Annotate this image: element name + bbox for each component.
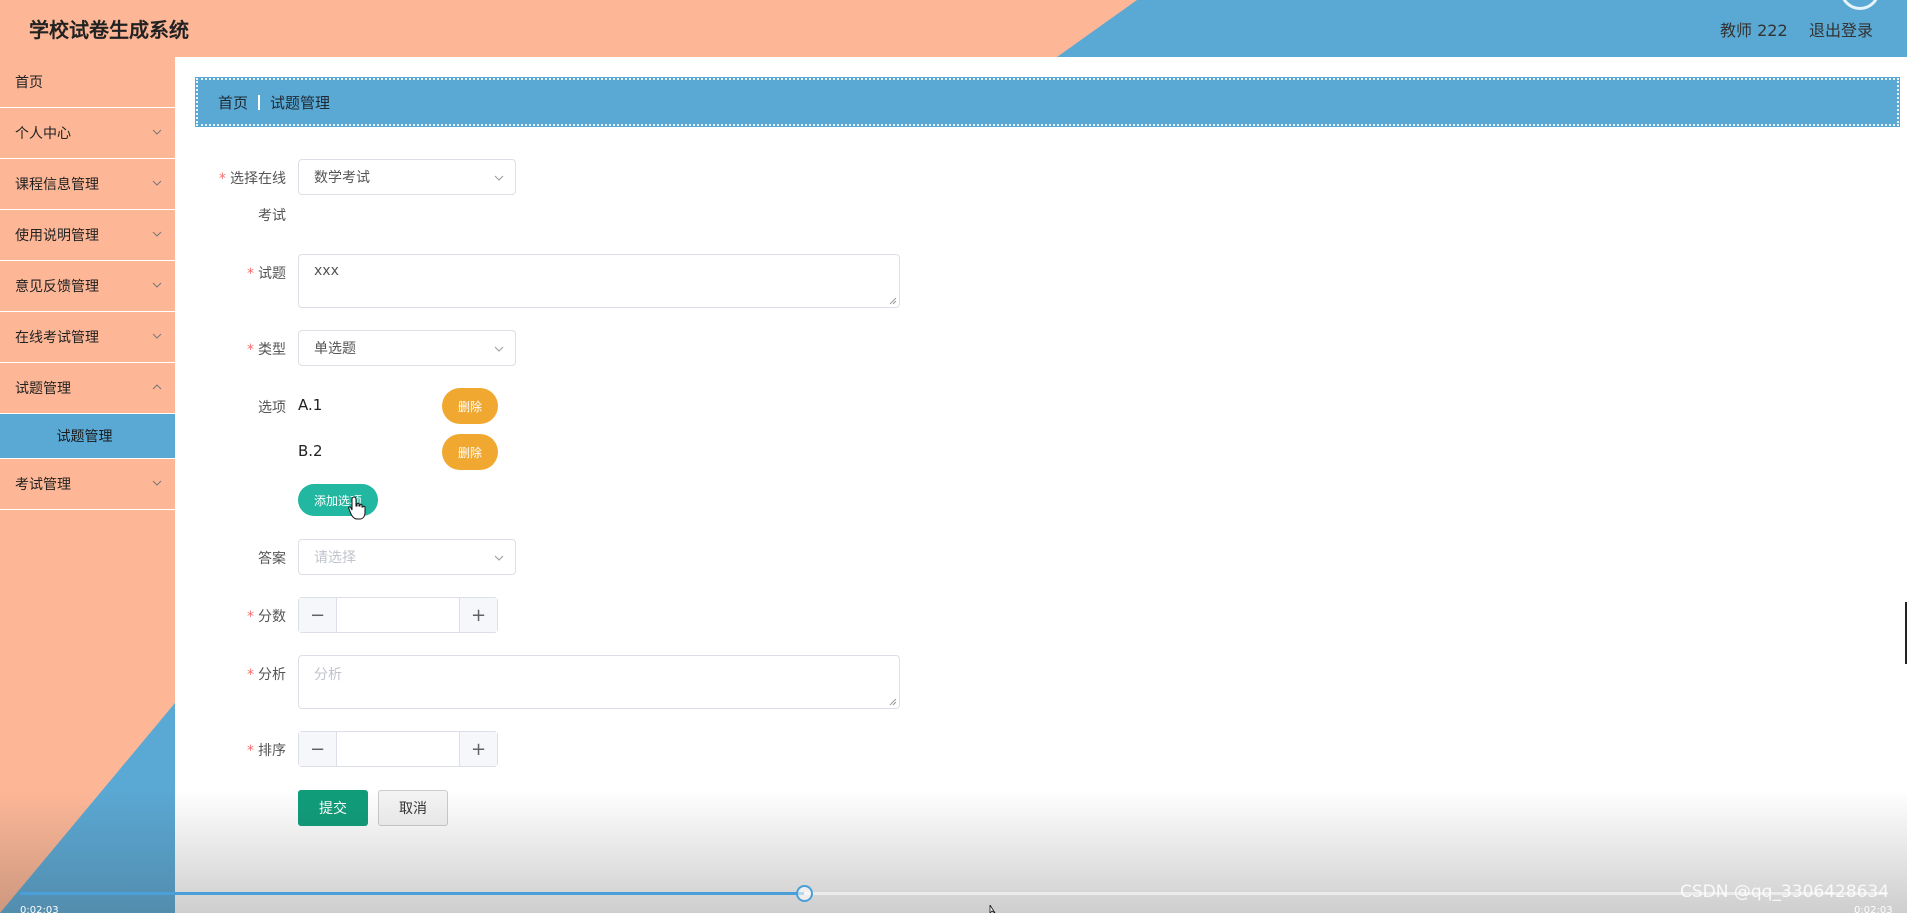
analysis-label: * 分析 (196, 664, 286, 684)
arrow-cursor-icon (989, 905, 996, 913)
header-peach-band (0, 0, 1137, 57)
chevron-down-icon (152, 129, 162, 135)
analysis-label-text: 分析 (258, 667, 286, 683)
chevron-down-icon (152, 282, 162, 288)
question-label-text: 试题 (258, 266, 286, 282)
sidebar-subitem-question-mgmt[interactable]: 试题管理 (0, 414, 175, 459)
required-mark: * (247, 743, 254, 759)
resize-handle-icon[interactable] (889, 297, 897, 305)
app-title: 学校试卷生成系统 (29, 18, 189, 42)
breadcrumb: 首页 试题管理 (195, 77, 1900, 127)
sort-input[interactable] (337, 732, 459, 766)
exam-select[interactable]: 数学考试 (298, 159, 516, 195)
question-value: xxx (314, 263, 339, 279)
exam-label-line2: 考试 (258, 208, 286, 224)
video-time-total: 0:02:03 (1854, 905, 1893, 913)
option-text: A.1 (298, 396, 323, 414)
exam-label-line1: 选择在线 (230, 171, 286, 187)
analysis-textarea[interactable]: 分析 (298, 655, 900, 709)
submit-button[interactable]: 提交 (298, 790, 368, 826)
sidebar-item-personal-center[interactable]: 个人中心 (0, 108, 175, 159)
sidebar-item-label: 首页 (15, 75, 43, 91)
sidebar: 首页 个人中心 课程信息管理 使用说明管理 意见反馈管理 在线考试管理 试题管理… (0, 57, 175, 913)
sidebar-item-label: 课程信息管理 (15, 177, 99, 193)
score-label-text: 分数 (258, 609, 286, 625)
breadcrumb-current: 试题管理 (270, 93, 331, 112)
required-mark: * (247, 342, 254, 358)
sort-stepper: − + (298, 731, 498, 767)
required-mark: * (247, 667, 254, 683)
chevron-down-icon (152, 231, 162, 237)
cancel-button[interactable]: 取消 (378, 790, 448, 826)
option-text: B.2 (298, 442, 323, 460)
watermark: CSDN @qq_3306428634 (1680, 882, 1890, 902)
sidebar-item-label: 个人中心 (15, 126, 71, 142)
chevron-down-icon (494, 346, 504, 352)
sidebar-item-question-mgmt[interactable]: 试题管理 (0, 363, 175, 414)
answer-select-placeholder: 请选择 (314, 550, 356, 566)
question-label: * 试题 (196, 263, 286, 283)
type-label-text: 类型 (258, 342, 286, 358)
sort-increment-button[interactable]: + (459, 732, 497, 766)
hand-cursor-icon (348, 496, 366, 520)
chevron-down-icon (494, 175, 504, 181)
breadcrumb-separator (258, 94, 261, 110)
sidebar-item-online-exam[interactable]: 在线考试管理 (0, 312, 175, 363)
resize-handle-icon[interactable] (889, 698, 897, 706)
score-label: * 分数 (196, 606, 286, 626)
answer-label: 答案 (258, 551, 286, 567)
type-label: * 类型 (196, 339, 286, 359)
type-select[interactable]: 单选题 (298, 330, 516, 366)
chevron-down-icon (152, 180, 162, 186)
score-stepper: − + (298, 597, 498, 633)
required-mark: * (247, 609, 254, 625)
sidebar-item-label: 意见反馈管理 (15, 279, 99, 295)
type-select-value: 单选题 (314, 341, 356, 357)
sidebar-item-exam-mgmt[interactable]: 考试管理 (0, 459, 175, 510)
header: 学校试卷生成系统 教师 222 退出登录 (0, 0, 1907, 57)
sidebar-item-label: 在线考试管理 (15, 330, 99, 346)
video-progress-track[interactable] (20, 885, 1887, 902)
user-name: 教师 222 (1720, 21, 1788, 40)
options-label: 选项 (258, 400, 286, 416)
video-time-elapsed: 0:02:03 (20, 905, 59, 913)
logout-link[interactable]: 退出登录 (1809, 17, 1873, 41)
chevron-down-icon (152, 480, 162, 486)
exam-select-value: 数学考试 (314, 170, 370, 186)
score-increment-button[interactable]: + (459, 598, 497, 632)
sidebar-item-label: 使用说明管理 (15, 228, 99, 244)
video-progress-fill (20, 892, 805, 895)
sort-decrement-button[interactable]: − (299, 732, 337, 766)
sidebar-item-label: 试题管理 (15, 381, 71, 397)
analysis-placeholder: 分析 (314, 667, 342, 683)
sidebar-corner-decoration (0, 703, 175, 913)
sort-label-text: 排序 (258, 743, 286, 759)
add-option-button[interactable]: 添加选项 (298, 484, 378, 516)
chevron-down-icon (152, 333, 162, 339)
answer-select[interactable]: 请选择 (298, 539, 516, 575)
avatar[interactable] (1840, 0, 1880, 10)
required-mark: * (247, 266, 254, 282)
sidebar-item-usage-guide[interactable]: 使用说明管理 (0, 210, 175, 261)
exam-label: * 选择在线 (196, 168, 286, 188)
sort-label: * 排序 (196, 740, 286, 760)
chevron-down-icon (494, 555, 504, 561)
score-input[interactable] (337, 598, 459, 632)
question-textarea[interactable]: xxx (298, 254, 900, 308)
breadcrumb-home[interactable]: 首页 (218, 92, 248, 113)
sidebar-item-label: 考试管理 (15, 477, 71, 493)
delete-option-button[interactable]: 删除 (442, 388, 498, 424)
video-progress-knob[interactable] (796, 885, 814, 902)
sidebar-item-feedback[interactable]: 意见反馈管理 (0, 261, 175, 312)
sidebar-item-home[interactable]: 首页 (0, 57, 175, 108)
chevron-up-icon (152, 384, 162, 390)
required-mark: * (219, 171, 226, 187)
sidebar-item-course-info[interactable]: 课程信息管理 (0, 159, 175, 210)
delete-option-button[interactable]: 删除 (442, 434, 498, 470)
score-decrement-button[interactable]: − (299, 598, 337, 632)
